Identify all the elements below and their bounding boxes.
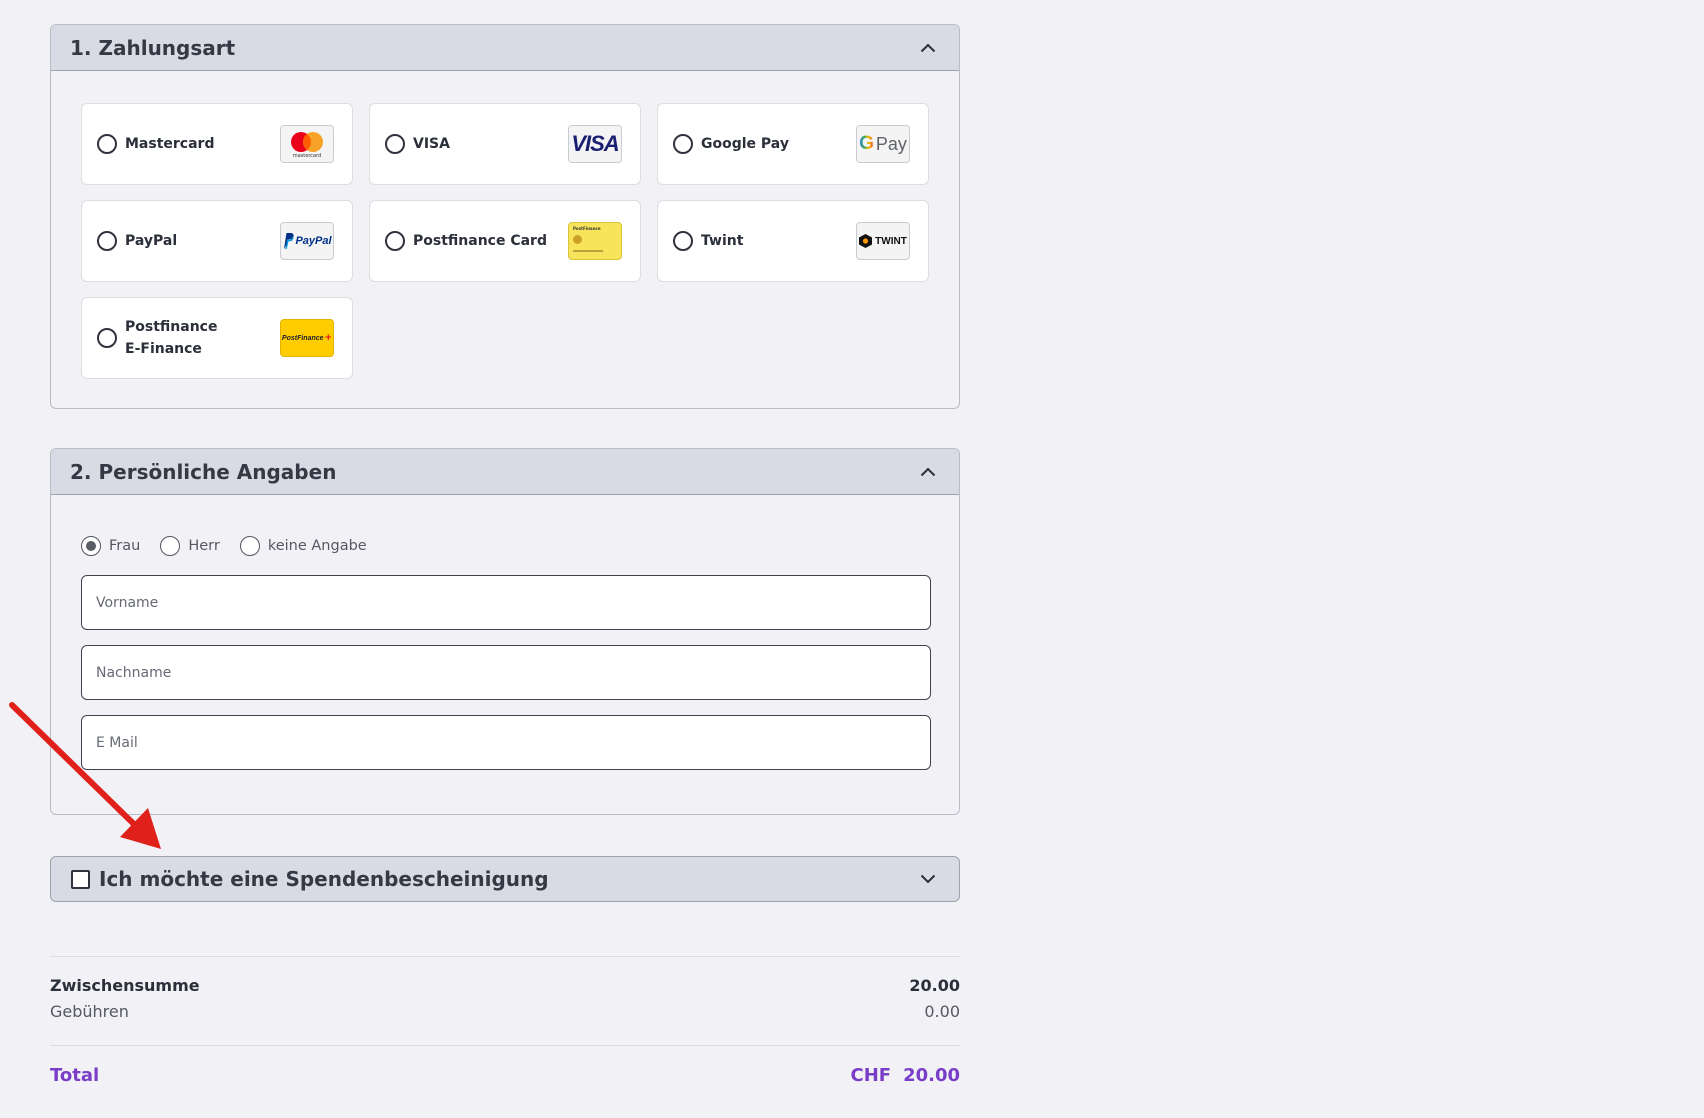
fees-row: Gebühren 0.00 xyxy=(50,1002,960,1021)
radio-google-pay[interactable] xyxy=(673,134,693,154)
payment-option-postfinance-card[interactable]: Postfinance Card PostFinance xyxy=(369,200,641,282)
payment-option-postfinance-efinance[interactable]: Postfinance E-Finance PostFinance + xyxy=(81,297,353,379)
payment-option-label: Postfinance E-Finance xyxy=(125,316,280,360)
radio-postfinance-card[interactable] xyxy=(385,231,405,251)
firstname-input[interactable] xyxy=(94,593,930,612)
radio-twint[interactable] xyxy=(673,231,693,251)
payment-option-twint[interactable]: Twint TWINT xyxy=(657,200,929,282)
payment-option-paypal[interactable]: PayPal PayPal xyxy=(81,200,353,282)
paypal-p-icon xyxy=(284,233,295,250)
payment-option-label: VISA xyxy=(413,136,450,152)
payment-option-visa[interactable]: VISA VISA xyxy=(369,103,641,185)
salutation-label: Herr xyxy=(188,538,220,554)
salutation-keine-angabe[interactable]: keine Angabe xyxy=(239,536,367,556)
google-pay-logo-text: Pay xyxy=(875,133,907,154)
mastercard-logo: mastercard xyxy=(280,125,334,163)
total-row: Total CHF 20.00 xyxy=(50,1065,960,1086)
salutation-label: keine Angabe xyxy=(267,538,367,554)
postfinance-card-logo-text: PostFinance xyxy=(573,226,601,231)
firstname-field-wrapper xyxy=(81,575,931,630)
google-g-icon: G xyxy=(859,133,874,154)
payment-option-label: PayPal xyxy=(125,233,178,249)
fees-label: Gebühren xyxy=(50,1002,129,1021)
personal-details-section: 2. Persönliche Angaben Frau Herr keine A… xyxy=(50,448,960,815)
chevron-up-icon[interactable] xyxy=(919,463,937,481)
card-stripe-icon xyxy=(573,250,603,252)
salutation-label: Frau xyxy=(109,538,141,554)
email-input[interactable] xyxy=(94,733,930,752)
chevron-up-icon[interactable] xyxy=(919,39,937,57)
payment-option-label: Postfinance Card xyxy=(413,233,547,249)
subtotal-row: Zwischensumme 20.00 xyxy=(50,976,960,995)
paypal-logo: PayPal xyxy=(280,222,334,260)
donation-receipt-checkbox[interactable] xyxy=(71,869,90,889)
personal-section-title: 2. Persönliche Angaben xyxy=(70,459,337,484)
salutation-herr[interactable]: Herr xyxy=(160,536,220,556)
postfinance-logo-text: PostFinance xyxy=(281,334,324,342)
payment-methods-grid: Mastercard mastercard VISA VISA Google P… xyxy=(81,103,929,379)
total-currency: CHF xyxy=(850,1065,892,1086)
total-label: Total xyxy=(50,1065,100,1086)
twint-shield-icon xyxy=(859,234,873,248)
payment-option-label: Twint xyxy=(701,233,744,249)
donation-receipt-row[interactable]: Ich möchte eine Spendenbescheinigung xyxy=(50,856,960,902)
total-amount: CHF 20.00 xyxy=(850,1065,960,1086)
postfinance-card-logo: PostFinance xyxy=(568,222,622,260)
subtotal-value: 20.00 xyxy=(909,976,960,995)
visa-logo: VISA xyxy=(568,125,622,163)
radio-visa[interactable] xyxy=(385,134,405,154)
twint-logo-text: TWINT xyxy=(875,235,907,247)
fees-value: 0.00 xyxy=(924,1002,960,1021)
radio-paypal[interactable] xyxy=(97,231,117,251)
donation-receipt-left: Ich möchte eine Spendenbescheinigung xyxy=(71,867,549,891)
payment-option-label-line2: E-Finance xyxy=(125,341,202,357)
radio-postfinance-efinance[interactable] xyxy=(97,328,117,348)
radio-herr[interactable] xyxy=(160,536,181,556)
google-pay-logo: G Pay xyxy=(856,125,910,163)
twint-logo: TWINT xyxy=(856,222,910,260)
salutation-frau[interactable]: Frau xyxy=(81,536,140,556)
mastercard-logo-text: mastercard xyxy=(292,152,322,159)
payment-option-label: Mastercard xyxy=(125,136,215,152)
total-value: 20.00 xyxy=(903,1065,960,1086)
radio-frau[interactable] xyxy=(81,536,101,556)
summary-divider-bottom xyxy=(50,1045,960,1046)
lastname-field-wrapper xyxy=(81,645,931,700)
checkout-page: 1. Zahlungsart Mastercard mastercard VIS… xyxy=(0,0,1704,1118)
radio-keine-angabe[interactable] xyxy=(239,536,260,556)
email-field-wrapper xyxy=(81,715,931,770)
chevron-down-icon[interactable] xyxy=(919,870,937,888)
donation-receipt-label: Ich möchte eine Spendenbescheinigung xyxy=(99,867,549,891)
lastname-input[interactable] xyxy=(94,663,930,682)
payment-section-title: 1. Zahlungsart xyxy=(70,35,236,60)
paypal-logo-text: PayPal xyxy=(295,235,332,247)
payment-section-header[interactable]: 1. Zahlungsart xyxy=(51,25,959,71)
payment-option-mastercard[interactable]: Mastercard mastercard xyxy=(81,103,353,185)
postfinance-efinance-logo: PostFinance + xyxy=(280,319,334,357)
payment-option-google-pay[interactable]: Google Pay G Pay xyxy=(657,103,929,185)
visa-logo-text: VISA xyxy=(571,131,619,156)
payment-option-label: Google Pay xyxy=(701,136,789,152)
radio-mastercard[interactable] xyxy=(97,134,117,154)
card-chip-icon xyxy=(573,235,582,244)
summary-divider-top xyxy=(50,956,960,957)
payment-section: 1. Zahlungsart Mastercard mastercard VIS… xyxy=(50,24,960,409)
payment-option-label-line1: Postfinance xyxy=(125,319,218,335)
postfinance-plus-icon: + xyxy=(324,333,333,343)
salutation-radio-group: Frau Herr keine Angabe xyxy=(81,536,367,556)
subtotal-label: Zwischensumme xyxy=(50,976,200,995)
personal-section-header[interactable]: 2. Persönliche Angaben xyxy=(51,449,959,495)
